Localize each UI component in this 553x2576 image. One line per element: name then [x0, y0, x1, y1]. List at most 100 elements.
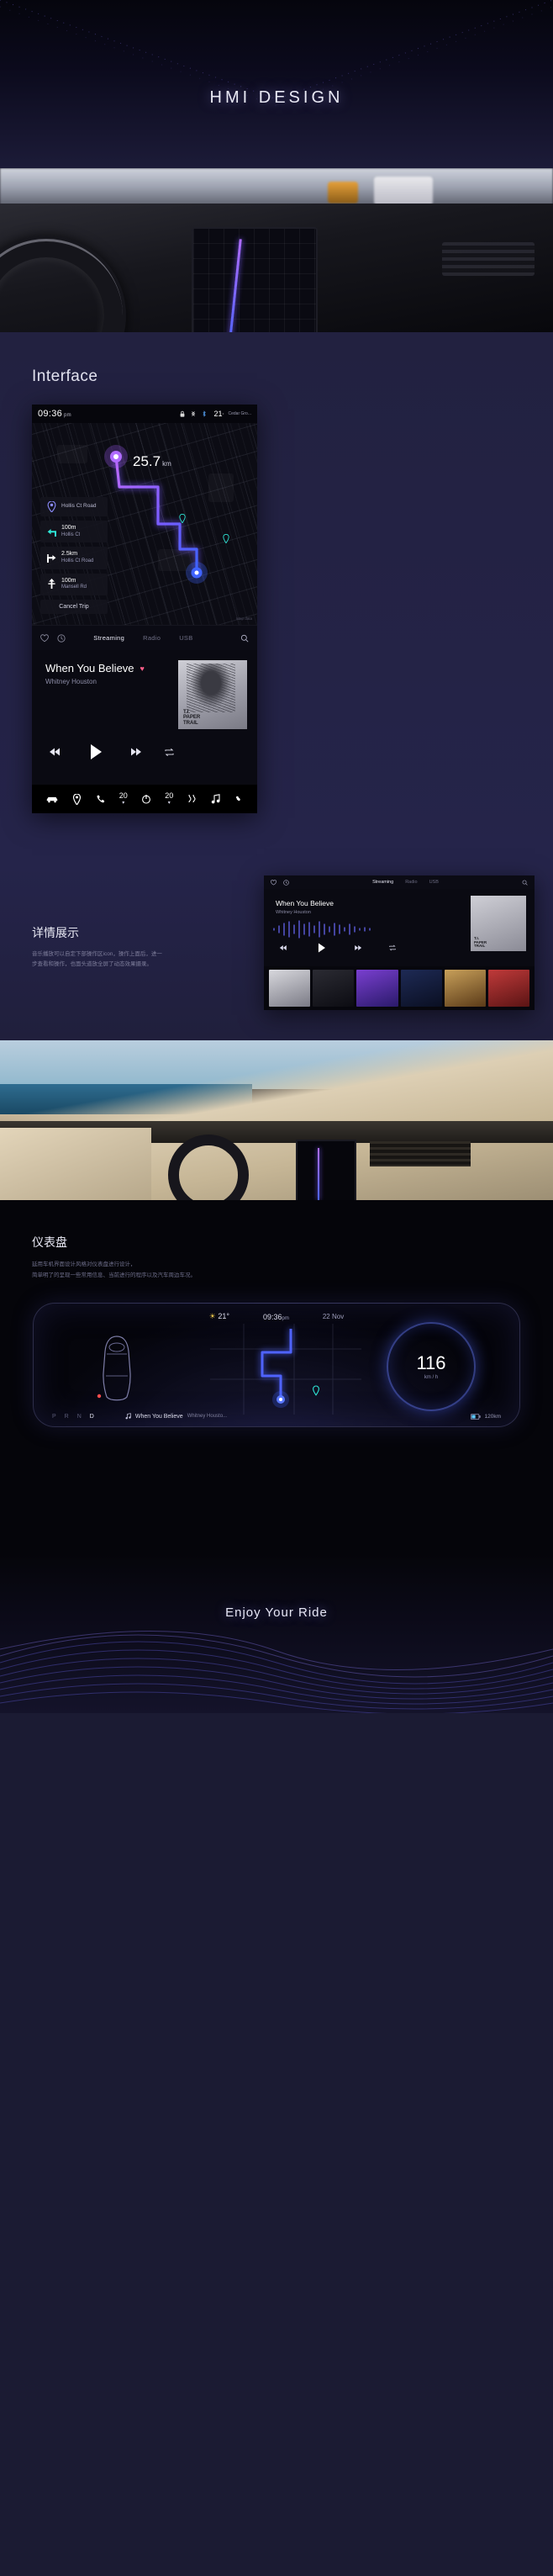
fan-icon[interactable] [234, 794, 244, 804]
map-poi-marker[interactable] [223, 534, 229, 543]
nav-destination-card[interactable]: Hollis Ct Road [40, 497, 108, 516]
mini-track-title: When You Believe [276, 899, 334, 907]
cluster-range: 120km [471, 1414, 501, 1420]
instrument-cluster: ☀ 21° 09:36pm 22 Nov 116 km / h P R N D … [33, 1303, 520, 1427]
playlist-item[interactable] [487, 970, 530, 1007]
map-poi-marker[interactable] [179, 514, 186, 523]
playlist-item[interactable] [400, 970, 442, 1007]
heart-icon[interactable] [40, 633, 49, 643]
cluster-temperature: ☀ 21° [208, 1312, 229, 1320]
temp-left-control[interactable]: 20 ▾ [118, 791, 128, 807]
mini-tab-radio[interactable]: Radio [405, 880, 417, 885]
temp-right-value: 20 [165, 791, 174, 800]
cluster-date: 22 Nov [322, 1313, 345, 1320]
nav-step-distance: 2.5km [61, 551, 78, 558]
heart-filled-icon[interactable]: ♥ [140, 664, 145, 673]
search-icon[interactable] [522, 880, 528, 886]
console-map [193, 229, 316, 332]
audio-waveform [41, 698, 173, 733]
hero-banner: HMI DESIGN [0, 0, 553, 168]
mini-album-art[interactable]: T.I. PAPER TRAIL [471, 896, 526, 951]
mini-track-artist: Whitney Houston [276, 910, 311, 915]
hero-photo-car-interior [0, 168, 553, 332]
history-clock-icon[interactable] [57, 633, 66, 643]
playlist-item[interactable] [444, 970, 486, 1007]
temp-right-control[interactable]: 20 ▾ [165, 791, 174, 807]
temperature-value: 21 [213, 410, 223, 418]
destination-pin-icon [45, 501, 57, 512]
power-icon[interactable] [141, 794, 151, 804]
lock-icon[interactable] [179, 410, 186, 417]
history-clock-icon[interactable] [283, 879, 289, 886]
cluster-song-artist: Whitney Housto... [187, 1414, 228, 1419]
cluster-song-title: When You Believe [134, 1413, 183, 1420]
cancel-trip-button[interactable]: Cancel Trip [40, 599, 108, 614]
traffic-truck-white [374, 177, 433, 205]
mini-tab-streaming[interactable]: Streaming [372, 880, 393, 885]
speedometer: 116 km / h [387, 1322, 476, 1411]
album-art[interactable]: T.I. PAPER TRAIL [178, 660, 247, 729]
seat-heat-icon[interactable] [187, 794, 197, 804]
next-icon[interactable] [129, 747, 142, 757]
cluster-clock-value: 09:36 [262, 1312, 282, 1321]
detail-paragraph: 音乐播放可以自定下部操作区icon，操作上面后，进一步查看和操作，也面头道放全屏… [32, 951, 162, 968]
cluster-now-playing: When You Believe Whitney Housto... [125, 1413, 227, 1420]
nav-step-2[interactable]: 2.5km Hollis Ct Road [40, 547, 108, 569]
detail-text-block: 详情展示 音乐播放可以自定下部操作区icon，操作上面后，进一步查看和操作，也面… [32, 887, 166, 971]
status-location: Cedar Gro... [228, 410, 251, 416]
destination-road: Hollis Ct Road [61, 503, 97, 510]
chevron-down-icon[interactable]: ▾ [168, 801, 171, 806]
clock-time: 09:36 [38, 409, 63, 419]
phone-icon[interactable] [96, 794, 106, 804]
mini-playback-controls [279, 941, 397, 955]
play-icon[interactable] [314, 941, 328, 955]
map-view[interactable]: 25.7 km Hollis Ct Road 100m Hollis Ct 2.… [32, 423, 257, 625]
tab-streaming[interactable]: Streaming [93, 634, 124, 642]
playlist-item[interactable] [356, 970, 398, 1007]
mini-tab-usb[interactable]: USB [429, 880, 439, 885]
gear-n: N [76, 1413, 82, 1420]
track-title-row: When You Believe ♥ [45, 662, 171, 674]
previous-icon[interactable] [49, 747, 62, 757]
temp-left-value: 20 [118, 791, 128, 800]
repeat-icon[interactable] [388, 944, 397, 951]
nav-step-1[interactable]: 100m Hollis Ct [40, 521, 108, 543]
album-art-caption: T.I. PAPER TRAIL [183, 710, 201, 726]
turn-left-icon [45, 526, 57, 537]
bluetooth-share-icon[interactable] [190, 410, 197, 417]
interface-section: Interface 09:36 pm 21° Cedar Gro... 25.7… [0, 332, 553, 864]
next-icon[interactable] [353, 944, 362, 951]
speed-value: 116 [416, 1351, 446, 1373]
media-tabs: Streaming Radio USB [93, 634, 192, 642]
car-top-view-icon [97, 1336, 131, 1401]
play-icon[interactable] [84, 741, 106, 763]
music-note-icon[interactable] [211, 794, 220, 804]
navigation-icon[interactable] [72, 793, 82, 805]
nav-step-road: Mansell Rd [61, 584, 87, 590]
footer-tagline: Enjoy Your Ride [225, 1605, 328, 1620]
playlist-item[interactable] [313, 970, 355, 1007]
dash-heading: 仪表盘 [32, 1235, 67, 1249]
air-vents [370, 1141, 471, 1166]
nav-step-3[interactable]: 100m Mansell Rd [40, 573, 108, 595]
bluetooth-icon[interactable] [201, 410, 208, 417]
car-icon[interactable] [45, 795, 59, 804]
mini-media-tab-bar: Streaming Radio USB [264, 875, 535, 889]
distance-unit: km [162, 460, 171, 468]
tab-radio[interactable]: Radio [143, 634, 161, 642]
bottom-dock: 20 ▾ 20 ▾ [32, 785, 257, 813]
cluster-range-value: 120km [484, 1413, 501, 1420]
distance-value: 25.7 [133, 453, 161, 469]
repeat-icon[interactable] [164, 748, 175, 757]
nav-step-road: Hollis Ct [61, 532, 81, 537]
cluster-route-map [210, 1324, 361, 1415]
photo-beach-interior [0, 1040, 553, 1200]
heart-icon[interactable] [271, 879, 276, 886]
tab-usb[interactable]: USB [179, 634, 192, 642]
playlist-item[interactable] [269, 970, 311, 1007]
search-icon[interactable] [240, 634, 249, 643]
now-playing-info: When You Believe ♥ Whitney Houston [45, 662, 171, 685]
chevron-down-icon[interactable]: ▾ [122, 801, 124, 806]
gear-r: R [64, 1413, 70, 1420]
previous-icon[interactable] [279, 944, 288, 951]
